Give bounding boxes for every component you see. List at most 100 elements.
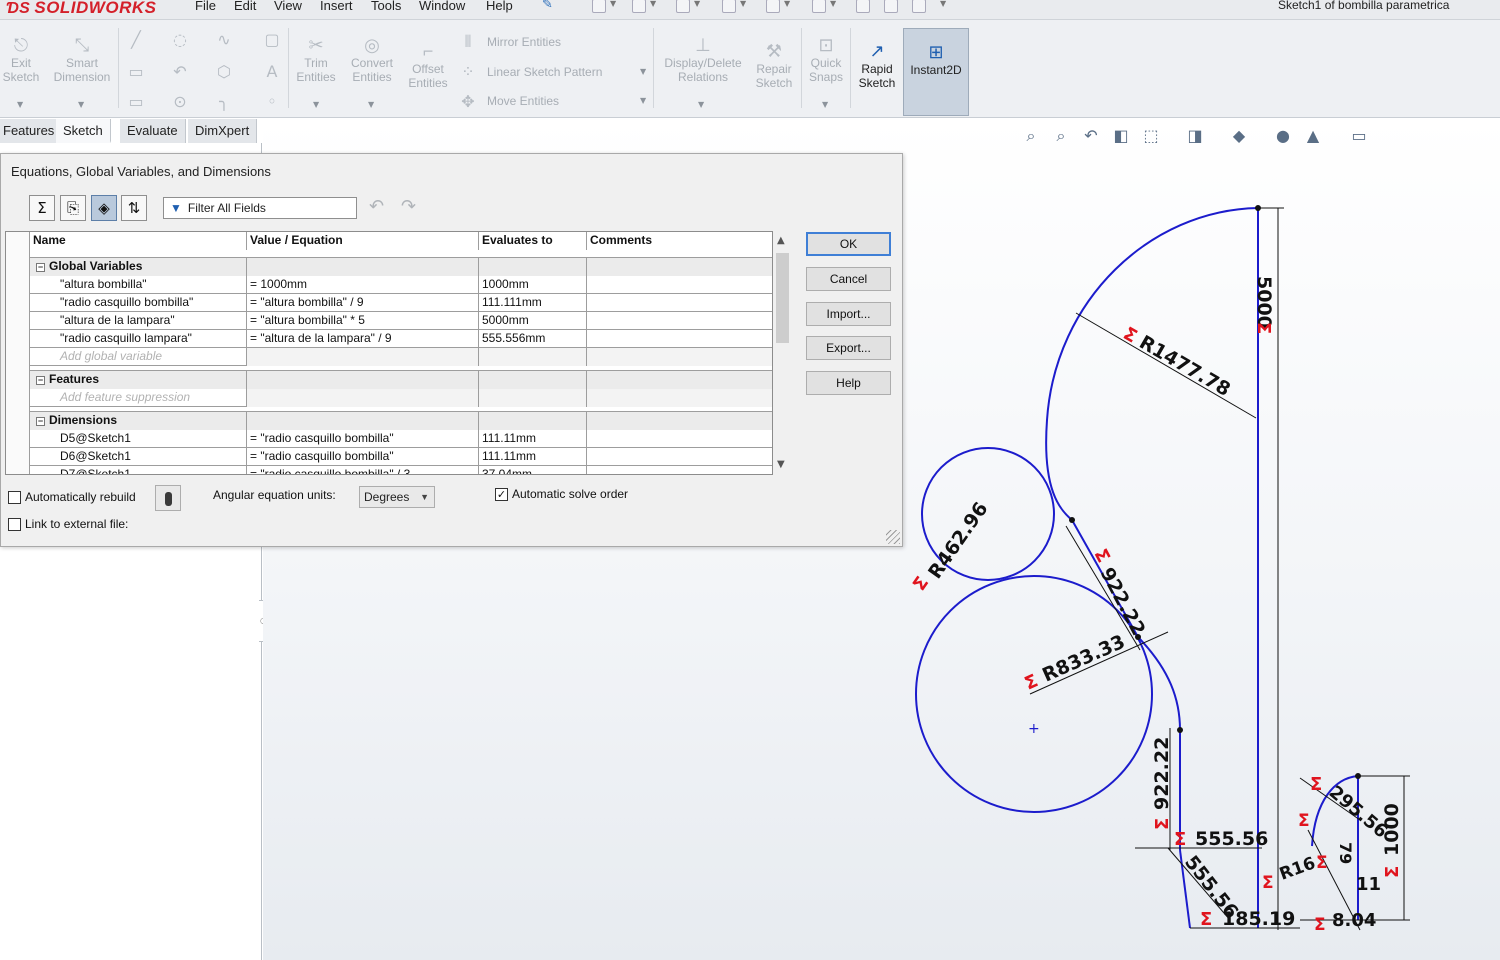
col-header-name[interactable]: Name <box>30 232 247 250</box>
row-selector[interactable] <box>6 430 30 448</box>
help-button[interactable]: Help <box>806 371 891 395</box>
add-global-row[interactable]: Add global variable <box>6 348 772 366</box>
dim-922a[interactable]: 922.22 <box>1096 564 1150 639</box>
dimension-view-button[interactable]: ◈ <box>91 195 117 221</box>
redo-icon[interactable]: ↷ <box>401 196 416 217</box>
comment-cell[interactable] <box>587 276 772 294</box>
resize-grip[interactable] <box>886 530 900 544</box>
scrollbar-thumb[interactable] <box>776 253 789 343</box>
col-header-value[interactable]: Value / Equation <box>247 232 479 250</box>
add-feature-row[interactable]: Add feature suppression <box>6 389 772 407</box>
dim-r833[interactable]: R833.33 <box>1039 631 1128 687</box>
undo-icon[interactable]: ↶ <box>369 196 384 217</box>
row-selector[interactable] <box>6 412 30 430</box>
comment-cell[interactable] <box>587 330 772 348</box>
collapse-icon[interactable]: − <box>36 263 45 272</box>
comment-cell[interactable] <box>587 430 772 448</box>
name-cell[interactable]: D7@Sketch1 <box>30 466 247 474</box>
dim-r462[interactable]: R462.96 <box>924 498 992 583</box>
table-row[interactable]: "altura bombilla" = 1000mm 1000mm <box>6 276 772 294</box>
row-selector[interactable] <box>6 258 30 276</box>
ok-button[interactable]: OK <box>806 232 891 256</box>
sketch-equation-view-button[interactable]: ⎘ <box>60 195 86 221</box>
collapse-icon[interactable]: − <box>36 376 45 385</box>
table-row[interactable]: "radio casquillo lampara" = "altura de l… <box>6 330 772 348</box>
sigma-r-tiny: Σ <box>1262 873 1274 893</box>
value-cell[interactable]: = "altura bombilla" * 5 <box>247 312 479 330</box>
link-external-checkbox[interactable] <box>8 518 21 531</box>
table-row[interactable]: D7@Sketch1 = "radio casquillo bombilla" … <box>6 466 772 474</box>
scroll-down-icon[interactable]: ▼ <box>777 459 785 470</box>
add-global-variable-cell[interactable]: Add global variable <box>30 348 247 366</box>
empty-cell <box>247 348 479 366</box>
table-row[interactable]: D5@Sketch1 = "radio casquillo bombilla" … <box>6 430 772 448</box>
row-selector[interactable] <box>6 294 30 312</box>
value-cell[interactable]: = "radio casquillo bombilla" <box>247 448 479 466</box>
row-selector[interactable] <box>6 330 30 348</box>
col-header-comments[interactable]: Comments <box>587 232 772 250</box>
table-row[interactable]: "altura de la lampara" = "altura bombill… <box>6 312 772 330</box>
comment-cell[interactable] <box>587 294 772 312</box>
group-row-features[interactable]: − Features <box>6 371 772 389</box>
add-feature-suppression-cell[interactable]: Add feature suppression <box>30 389 247 407</box>
filter-field[interactable]: ▼ Filter All Fields <box>163 197 357 219</box>
name-cell[interactable]: "radio casquillo lampara" <box>30 330 247 348</box>
empty-cell <box>587 348 772 366</box>
dim-804[interactable]: 8.04 <box>1332 910 1376 931</box>
group-row-global[interactable]: − Global Variables <box>6 258 772 276</box>
value-cell[interactable]: = "radio casquillo bombilla" / 3 <box>247 466 479 474</box>
row-selector[interactable] <box>6 276 30 294</box>
sigma-922b: Σ <box>1152 818 1173 830</box>
sketch-point[interactable] <box>1177 727 1183 733</box>
dim-555a[interactable]: 555.56 <box>1195 828 1268 850</box>
equation-view-button[interactable]: Σ <box>29 195 55 221</box>
name-cell[interactable]: "altura bombilla" <box>30 276 247 294</box>
comment-cell[interactable] <box>587 448 772 466</box>
rebuild-button[interactable] <box>155 485 181 511</box>
name-cell[interactable]: D5@Sketch1 <box>30 430 247 448</box>
dim-5000[interactable]: 5000 <box>1253 276 1275 329</box>
collapse-icon[interactable]: − <box>36 417 45 426</box>
sketch-point[interactable] <box>1255 205 1261 211</box>
auto-rebuild-checkbox[interactable] <box>8 491 21 504</box>
row-selector[interactable] <box>6 466 30 474</box>
angular-units-select[interactable]: Degrees ▼ <box>359 486 435 508</box>
dim-79[interactable]: 79 <box>1336 842 1355 864</box>
table-row[interactable]: "radio casquillo bombilla" = "altura bom… <box>6 294 772 312</box>
equations-dialog: Equations, Global Variables, and Dimensi… <box>0 153 903 547</box>
row-selector[interactable] <box>6 448 30 466</box>
row-selector[interactable] <box>6 312 30 330</box>
import-button[interactable]: Import... <box>806 302 891 326</box>
export-button[interactable]: Export... <box>806 336 891 360</box>
name-cell[interactable]: D6@Sketch1 <box>30 448 247 466</box>
row-selector[interactable] <box>6 348 30 366</box>
empty-cell <box>587 371 772 389</box>
dim-11[interactable]: 11 <box>1356 874 1381 895</box>
auto-solve-checkbox[interactable]: ✓ <box>495 488 508 501</box>
dim-1000[interactable]: 1000 <box>1381 803 1403 856</box>
ordered-view-button[interactable]: ⇅ <box>121 195 147 221</box>
sketch-point[interactable] <box>1069 517 1075 523</box>
col-header-evaluates[interactable]: Evaluates to <box>479 232 587 250</box>
comment-cell[interactable] <box>587 312 772 330</box>
value-cell[interactable]: = "altura bombilla" / 9 <box>247 294 479 312</box>
scroll-up-icon[interactable]: ▲ <box>777 235 785 246</box>
comment-cell[interactable] <box>587 466 772 474</box>
dim-922b[interactable]: 922.22 <box>1151 737 1173 810</box>
value-cell[interactable]: = "altura de la lampara" / 9 <box>247 330 479 348</box>
row-selector[interactable] <box>6 389 30 407</box>
dim-185[interactable]: 185.19 <box>1222 908 1295 930</box>
dim-r-tiny[interactable]: R16 <box>1277 853 1318 884</box>
value-cell[interactable]: = 1000mm <box>247 276 479 294</box>
name-cell[interactable]: "altura de la lampara" <box>30 312 247 330</box>
row-selector[interactable] <box>6 232 30 250</box>
table-scrollbar[interactable]: ▲ ▼ <box>774 231 791 475</box>
group-row-dimensions[interactable]: − Dimensions <box>6 412 772 430</box>
cancel-button[interactable]: Cancel <box>806 267 891 291</box>
table-row[interactable]: D6@Sketch1 = "radio casquillo bombilla" … <box>6 448 772 466</box>
row-selector[interactable] <box>6 371 30 389</box>
dim-r1477[interactable]: R1477.78 <box>1136 331 1235 401</box>
value-cell[interactable]: = "radio casquillo bombilla" <box>247 430 479 448</box>
sketch-point[interactable] <box>1355 773 1361 779</box>
name-cell[interactable]: "radio casquillo bombilla" <box>30 294 247 312</box>
